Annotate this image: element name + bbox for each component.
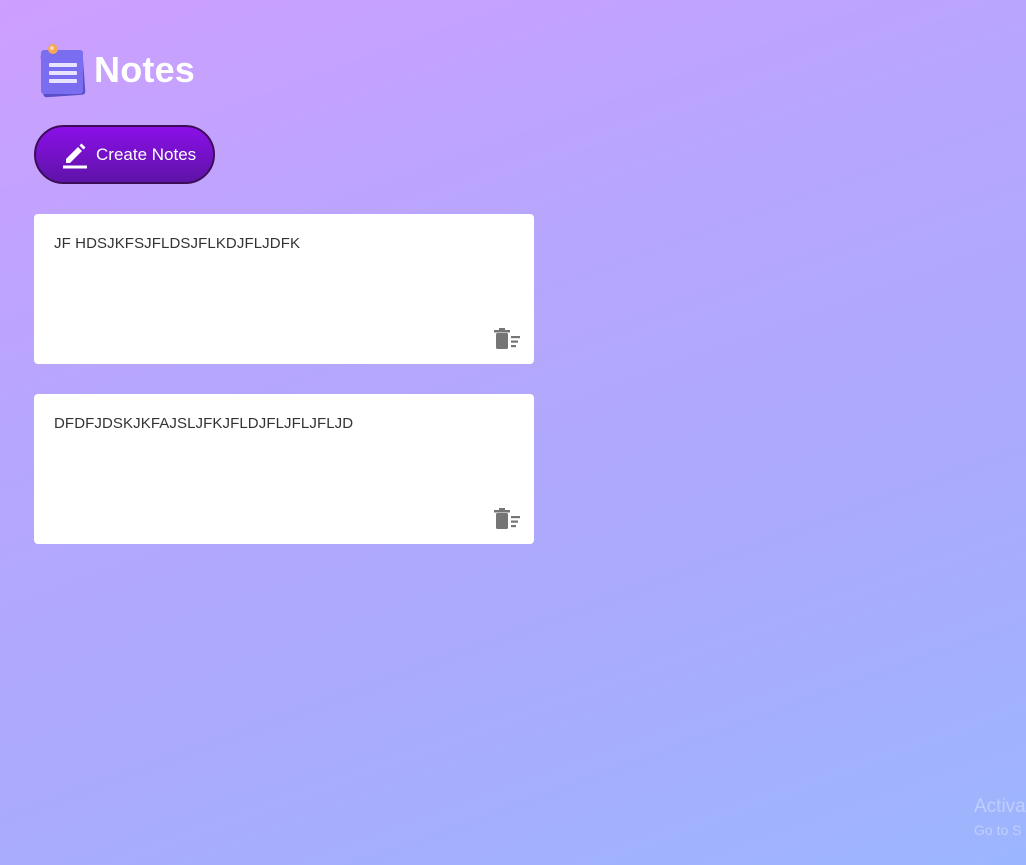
delete-sweep-icon[interactable] [494, 508, 520, 530]
app-header: Notes [38, 42, 195, 100]
note-card[interactable]: DFDFJDSKJKFAJSLJFKJFLDJFLJFLJFLJD [34, 394, 534, 544]
pencil-icon [63, 143, 87, 168]
create-notes-label: Create Notes [96, 144, 197, 164]
delete-sweep-icon[interactable] [494, 328, 520, 350]
watermark-title: Activa [974, 796, 1026, 817]
note-card[interactable]: JF HDSJKFSJFLDSJFLKDJFLJDFK [34, 214, 534, 364]
windows-activation-watermark: Activa Go to S [974, 796, 1026, 838]
create-notes-button[interactable]: Create Notes [34, 125, 215, 184]
note-text[interactable]: JF HDSJKFSJFLDSJFLKDJFLJDFK [54, 235, 300, 252]
note-text[interactable]: DFDFJDSKJKFAJSLJFKJFLDJFLJFLJFLJD [54, 415, 353, 432]
watermark-subtitle: Go to S [974, 822, 1022, 838]
sticky-notes-icon [40, 44, 86, 98]
app-title: Notes [94, 49, 196, 90]
